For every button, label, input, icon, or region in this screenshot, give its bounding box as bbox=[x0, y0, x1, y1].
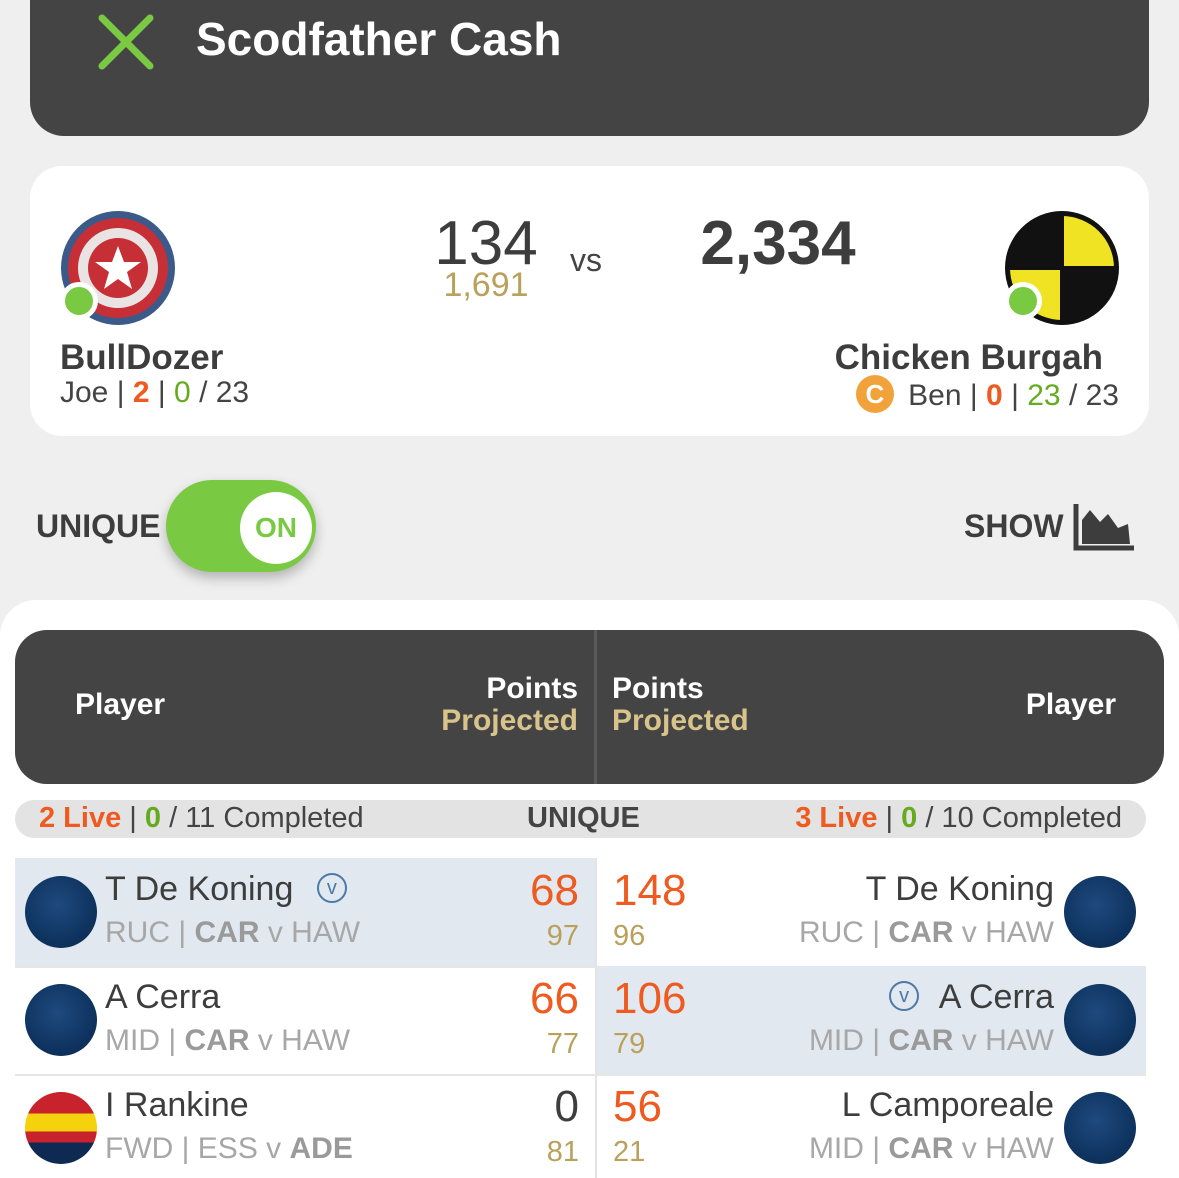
right-team-score: 2,334 bbox=[700, 209, 856, 278]
show-chart-label[interactable]: SHOW bbox=[964, 508, 1064, 545]
right-player-name: v A Cerra bbox=[889, 978, 1054, 1017]
right-player-projected: 21 bbox=[613, 1136, 646, 1168]
header-projected-left[interactable]: Projected bbox=[441, 704, 578, 738]
right-owner: Ben bbox=[908, 378, 962, 412]
unique-summary-label: UNIQUE bbox=[527, 802, 640, 834]
title-bar: Scodfather Cash bbox=[30, 0, 1149, 136]
right-player-points: 56 bbox=[613, 1082, 662, 1131]
left-player-cell[interactable]: T De Koning v RUC | CAR v HAW 68 97 bbox=[15, 858, 595, 966]
left-player-points: 66 bbox=[530, 974, 579, 1023]
toggle-knob: ON bbox=[240, 492, 312, 564]
header-projected-right[interactable]: Projected bbox=[612, 704, 749, 738]
right-player-cell[interactable]: 56 21 L Camporeale MID | CAR v HAW bbox=[597, 1074, 1146, 1178]
right-team-name[interactable]: Chicken Burgah bbox=[835, 338, 1103, 378]
left-player-cell[interactable]: I Rankine FWD | ESS v ADE 0 81 bbox=[15, 1074, 595, 1178]
table-row[interactable]: T De Koning v RUC | CAR v HAW 68 97 148 … bbox=[15, 858, 1146, 968]
close-icon[interactable] bbox=[96, 14, 156, 70]
vice-captain-icon: v bbox=[316, 873, 347, 904]
left-player-meta: FWD | ESS v ADE bbox=[105, 1132, 353, 1165]
right-player-projected: 96 bbox=[613, 920, 646, 952]
right-player-cell[interactable]: 106 79 v A Cerra MID | CAR v HAW bbox=[597, 966, 1146, 1074]
table-row[interactable]: A Cerra MID | CAR v HAW 66 77 106 79 v A… bbox=[15, 966, 1146, 1076]
left-player-projected: 81 bbox=[546, 1136, 579, 1168]
left-player-projected: 97 bbox=[546, 920, 579, 952]
left-player-meta: MID | CAR v HAW bbox=[105, 1024, 351, 1057]
left-team-name[interactable]: BullDozer bbox=[60, 338, 223, 378]
page-title: Scodfather Cash bbox=[196, 13, 562, 65]
unique-toggle-label: UNIQUE bbox=[36, 508, 161, 544]
left-owner: Joe bbox=[60, 376, 109, 409]
live-summary-bar: 2 Live | 0 / 11 Completed UNIQUE 3 Live … bbox=[15, 800, 1146, 838]
right-player-meta: MID | CAR v HAW bbox=[808, 1132, 1054, 1165]
team-avatar-left[interactable] bbox=[60, 210, 176, 326]
versus-label: vs bbox=[570, 242, 602, 278]
header-player-right[interactable]: Player bbox=[1026, 688, 1116, 722]
team-avatar-right[interactable] bbox=[1004, 210, 1120, 326]
left-player-meta: RUC | CAR v HAW bbox=[105, 916, 361, 949]
right-player-points: 148 bbox=[613, 866, 687, 915]
left-player-name: A Cerra bbox=[105, 978, 221, 1016]
team-guernsey-icon bbox=[1064, 876, 1136, 948]
team-guernsey-icon bbox=[1064, 1092, 1136, 1164]
match-card: 134 1,691 vs 2,334 BullDozer Joe | 2 | 0… bbox=[30, 166, 1149, 436]
left-completed-count: 0 bbox=[174, 376, 191, 409]
header-divider bbox=[594, 630, 597, 784]
left-total-count: 23 bbox=[215, 376, 250, 409]
adelaide-guernsey-icon bbox=[25, 1092, 97, 1164]
left-player-points: 68 bbox=[530, 866, 579, 915]
table-header: Player Points Projected Points Projected… bbox=[15, 630, 1164, 784]
left-player-points: 0 bbox=[554, 1082, 579, 1131]
left-team-projected: 1,691 bbox=[443, 266, 529, 304]
team-guernsey-icon bbox=[1064, 984, 1136, 1056]
left-live-summary: 2 Live | 0 / 11 Completed bbox=[39, 802, 364, 834]
right-player-meta: MID | CAR v HAW bbox=[808, 1024, 1054, 1057]
left-player-name: I Rankine bbox=[105, 1086, 249, 1124]
header-points-right[interactable]: Points bbox=[612, 672, 704, 706]
vice-captain-icon: v bbox=[889, 981, 920, 1012]
right-completed-count: 23 bbox=[1027, 378, 1061, 412]
header-player-left[interactable]: Player bbox=[75, 688, 165, 722]
right-player-name: T De Koning bbox=[865, 870, 1054, 908]
right-live-count: 0 bbox=[986, 378, 1003, 412]
area-chart-icon[interactable] bbox=[1072, 502, 1136, 552]
right-player-points: 106 bbox=[613, 974, 687, 1023]
online-status-dot bbox=[60, 282, 98, 320]
team-guernsey-icon bbox=[25, 876, 97, 948]
left-player-projected: 77 bbox=[546, 1028, 579, 1060]
left-team-meta: Joe | 2 | 0 / 23 bbox=[60, 376, 250, 409]
right-team-meta: C Ben | 0 | 23 / 23 bbox=[855, 375, 1119, 416]
right-live-summary: 3 Live | 0 / 10 Completed bbox=[795, 802, 1122, 834]
right-player-projected: 79 bbox=[613, 1028, 646, 1060]
captain-badge: C bbox=[855, 375, 894, 413]
online-status-dot bbox=[1004, 282, 1042, 320]
unique-toggle[interactable]: ON bbox=[166, 480, 316, 572]
team-guernsey-icon bbox=[25, 984, 97, 1056]
table-row[interactable]: I Rankine FWD | ESS v ADE 0 81 56 21 L C… bbox=[15, 1074, 1146, 1178]
right-player-name: L Camporeale bbox=[841, 1086, 1054, 1124]
right-total-count: 23 bbox=[1085, 378, 1119, 412]
right-player-meta: RUC | CAR v HAW bbox=[798, 916, 1054, 949]
left-live-count: 2 bbox=[132, 376, 150, 409]
left-player-name: T De Koning v bbox=[105, 870, 347, 909]
header-points-left[interactable]: Points bbox=[486, 672, 578, 706]
right-player-cell[interactable]: 148 96 T De Koning RUC | CAR v HAW bbox=[597, 858, 1146, 966]
left-player-cell[interactable]: A Cerra MID | CAR v HAW 66 77 bbox=[15, 966, 595, 1074]
